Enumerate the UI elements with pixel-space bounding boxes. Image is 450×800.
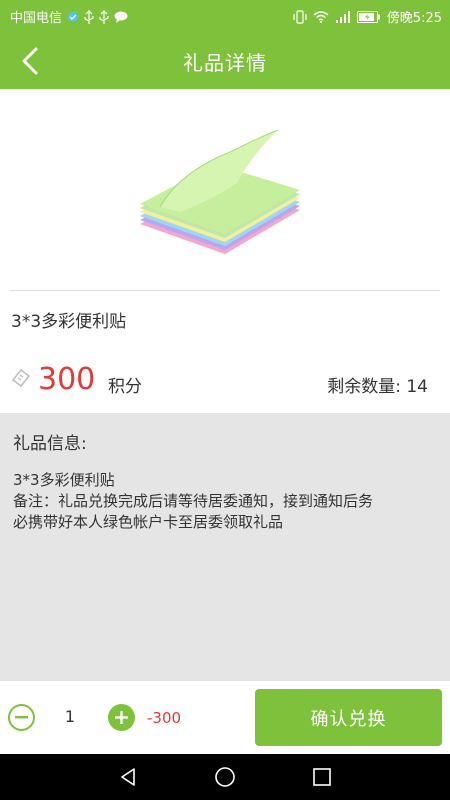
divider — [10, 290, 440, 291]
quantity-value: 1 — [64, 707, 76, 726]
status-left: 中国电信 — [10, 7, 128, 26]
page-title: 礼品详情 — [183, 50, 267, 75]
status-time: 傍晚5:25 — [386, 11, 442, 26]
nav-home-button[interactable] — [205, 757, 245, 797]
confirm-exchange-button[interactable]: 确认兑换 — [255, 689, 442, 746]
info-title: 礼品信息: — [13, 434, 87, 454]
vibrate-icon — [293, 9, 307, 24]
square-recents-icon — [312, 768, 331, 786]
ticket-icon — [11, 368, 31, 388]
product-image — [120, 112, 320, 272]
app-header: 礼品详情 — [0, 33, 450, 89]
remaining-label: 剩余数量: — [327, 377, 401, 397]
signal-icon — [335, 10, 351, 23]
nav-recents-button[interactable] — [302, 757, 342, 797]
status-right: 傍晚5:25 — [293, 7, 442, 26]
price-row: 300 积分 剩余数量: 14 — [0, 360, 450, 404]
info-line: 备注：礼品兑换完成后请等待居委通知，接到通知后务 — [13, 492, 374, 510]
vpn-icon — [67, 11, 79, 23]
bottom-bar: 1 -300 确认兑换 — [0, 681, 450, 754]
wifi-icon — [313, 10, 329, 23]
decrease-quantity-button[interactable] — [8, 704, 35, 731]
minus-icon — [15, 716, 28, 719]
total-points: -300 — [147, 709, 182, 727]
battery-icon — [356, 10, 381, 23]
chat-icon — [114, 11, 128, 23]
usb-icon — [84, 9, 94, 24]
nav-back-button[interactable] — [108, 757, 148, 797]
chevron-left-icon — [22, 47, 38, 75]
info-line: 3*3多彩便利贴 — [13, 471, 115, 489]
back-button[interactable] — [12, 43, 48, 79]
triangle-back-icon — [121, 768, 136, 786]
info-line: 必携带好本人绿色帐户卡至居委领取礼品 — [13, 513, 284, 531]
price-unit: 积分 — [108, 377, 142, 397]
status-bar: 中国电信 傍晚5:25 — [0, 0, 450, 33]
increase-quantity-button[interactable] — [108, 704, 135, 731]
product-name: 3*3多彩便利贴 — [11, 312, 127, 332]
gift-info-panel: 礼品信息: 3*3多彩便利贴 备注：礼品兑换完成后请等待居委通知，接到通知后务 … — [0, 413, 450, 681]
system-nav-bar — [0, 754, 450, 800]
price-value: 300 — [38, 362, 96, 397]
carrier-label: 中国电信 — [10, 11, 63, 26]
usb-icon — [99, 9, 109, 24]
circle-home-icon — [215, 767, 235, 787]
remaining-stock: 剩余数量: 14 — [327, 372, 428, 397]
plus-icon — [115, 711, 128, 724]
remaining-value: 14 — [406, 377, 428, 397]
